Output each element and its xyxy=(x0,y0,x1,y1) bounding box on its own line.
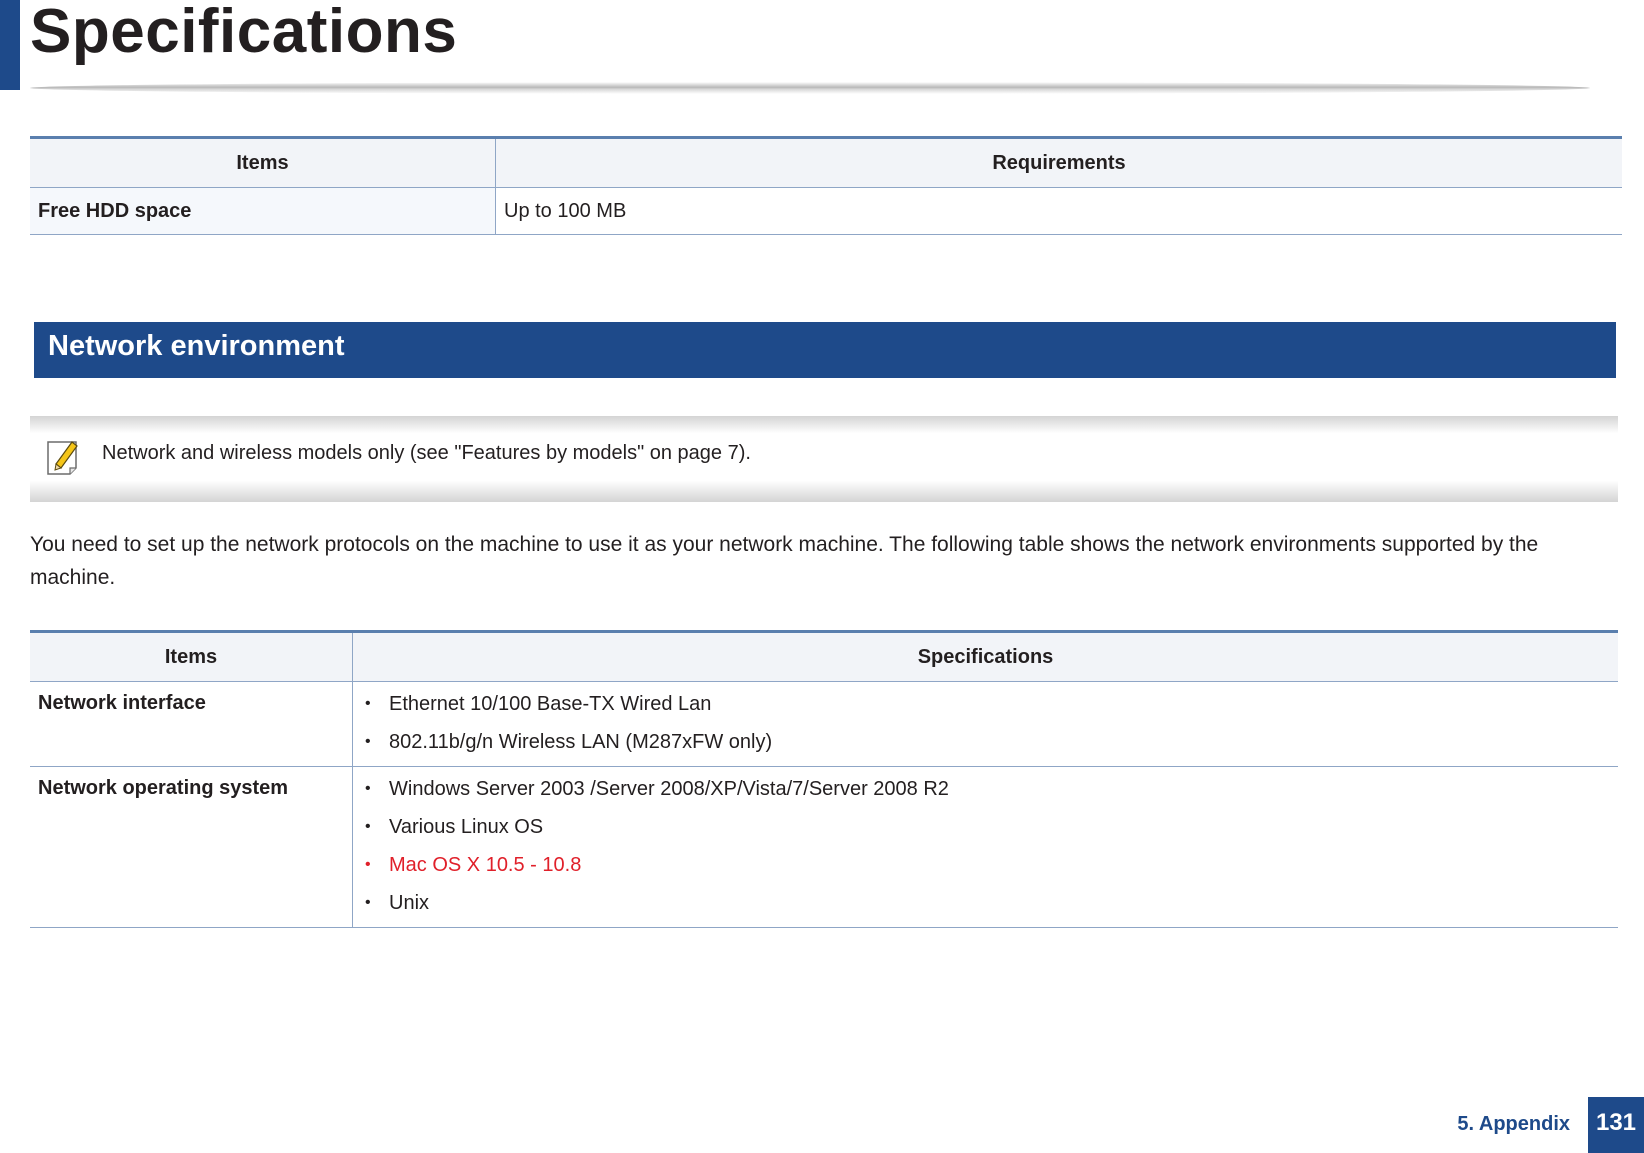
table-row: Free HDD space Up to 100 MB xyxy=(30,187,1622,235)
note-pencil-icon xyxy=(47,441,78,475)
list-item: Ethernet 10/100 Base-TX Wired Lan xyxy=(361,692,1610,716)
list-item-highlighted: Mac OS X 10.5 - 10.8 xyxy=(361,853,1610,877)
table-header-row: Items Requirements xyxy=(30,136,1622,188)
list-item: Unix xyxy=(361,891,1610,915)
page-number-badge: 131 xyxy=(1588,1097,1644,1153)
list-item: Windows Server 2003 /Server 2008/XP/Vist… xyxy=(361,777,1610,801)
table-header-row: Items Specifications xyxy=(30,630,1618,682)
column-header-requirements: Requirements xyxy=(495,136,1622,188)
column-header-specifications: Specifications xyxy=(352,630,1618,682)
note-text: Network and wireless models only (see "F… xyxy=(102,442,751,464)
footer-chapter-label: 5. Appendix xyxy=(1457,1113,1570,1135)
list-item: 802.11b/g/n Wireless LAN (M287xFW only) xyxy=(361,730,1610,754)
table-row: Network operating system Windows Server … xyxy=(30,766,1618,928)
network-specifications-table: Items Specifications Network interface E… xyxy=(30,630,1618,928)
section-header-band: Network environment xyxy=(34,322,1616,378)
left-accent-tab xyxy=(0,0,20,90)
list-item: Various Linux OS xyxy=(361,815,1610,839)
page-title: Specifications xyxy=(30,0,458,66)
title-divider xyxy=(30,82,1590,94)
row-label: Free HDD space xyxy=(30,187,496,235)
row-label: Network interface xyxy=(30,681,353,767)
note-box: Network and wireless models only (see "F… xyxy=(30,416,1618,502)
column-header-items: Items xyxy=(30,630,353,682)
section-title: Network environment xyxy=(48,330,345,362)
column-header-items: Items xyxy=(30,136,496,188)
row-label: Network operating system xyxy=(30,766,353,928)
table-row: Network interface Ethernet 10/100 Base-T… xyxy=(30,681,1618,767)
row-value: Up to 100 MB xyxy=(495,187,1622,235)
requirements-table: Items Requirements Free HDD space Up to … xyxy=(30,136,1622,235)
row-value-list: Windows Server 2003 /Server 2008/XP/Vist… xyxy=(352,766,1618,928)
body-paragraph: You need to set up the network protocols… xyxy=(30,533,1539,589)
row-value-list: Ethernet 10/100 Base-TX Wired Lan 802.11… xyxy=(352,681,1618,767)
